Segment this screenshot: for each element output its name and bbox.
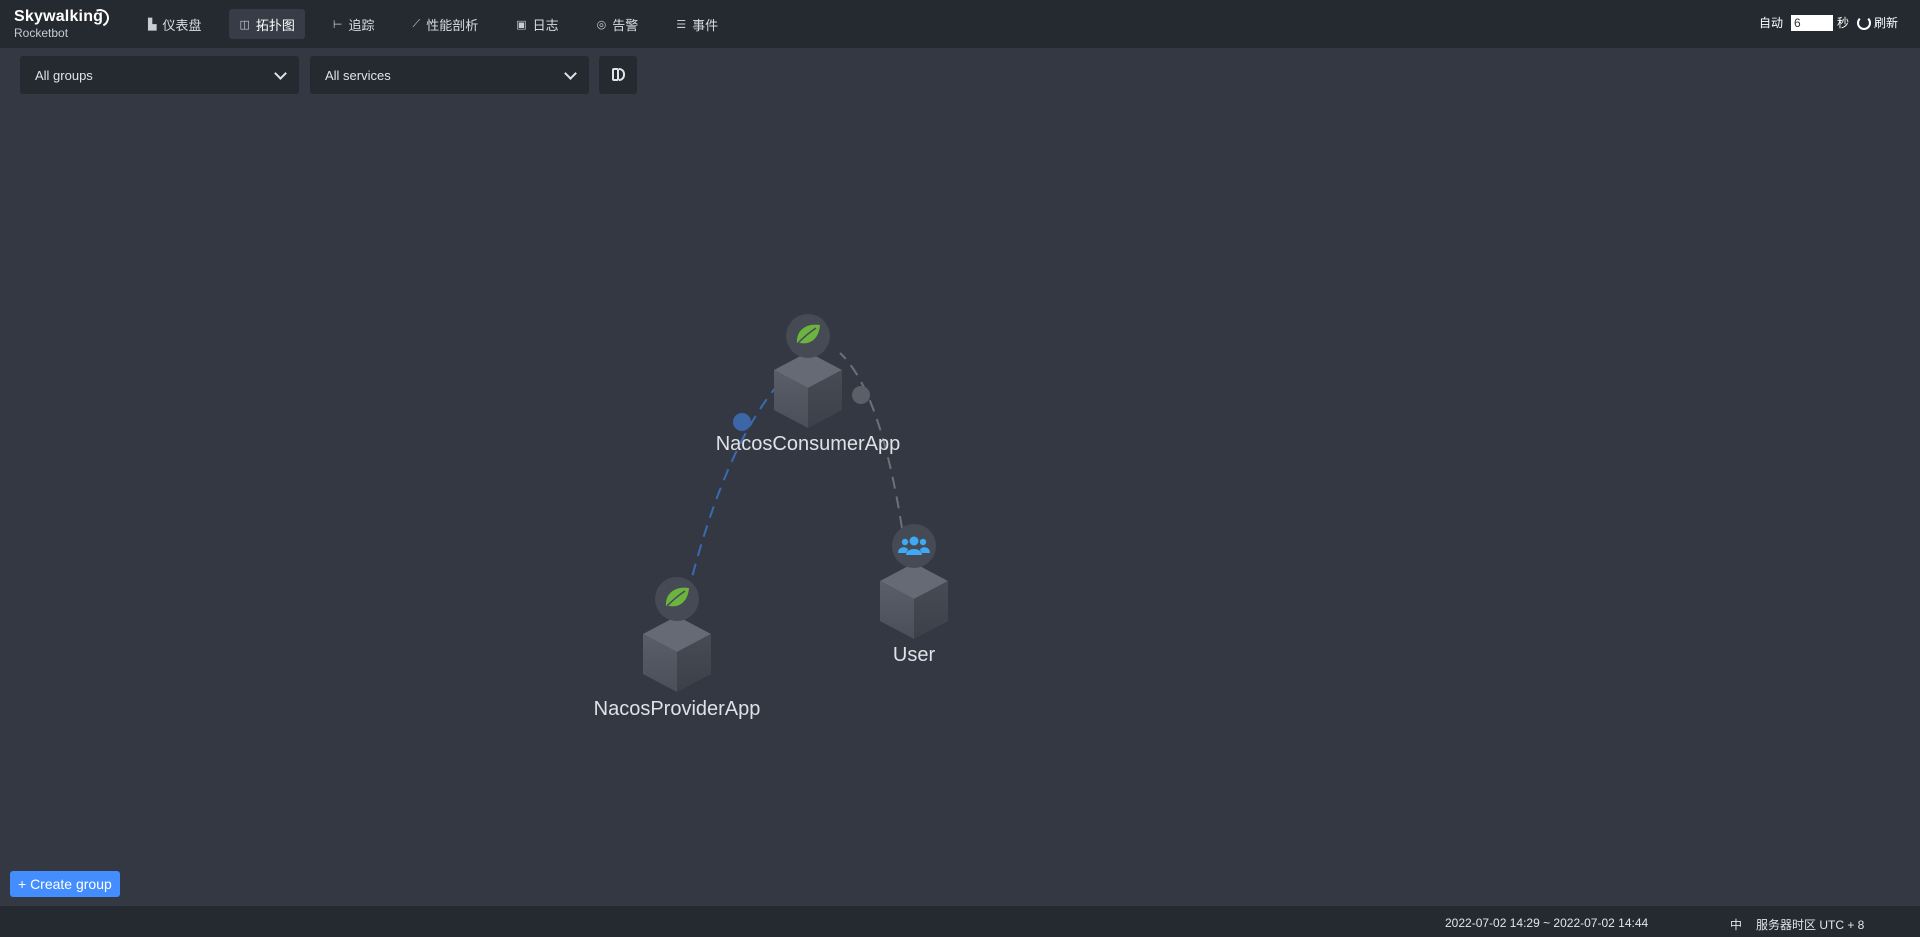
node-label-provider: NacosProviderApp <box>593 698 761 720</box>
node-label-user: User <box>892 644 936 666</box>
cube-icon <box>880 563 948 639</box>
language-switch[interactable]: 中 <box>1730 916 1742 933</box>
create-group-button[interactable]: + Create group <box>10 871 120 897</box>
topology-graph <box>643 314 948 692</box>
footer: 2022-07-02 14:29 ~ 2022-07-02 14:44 中 服务… <box>0 906 1920 937</box>
cube-icon <box>774 352 842 428</box>
timezone[interactable]: 服务器时区 UTC + 8 <box>1756 916 1864 933</box>
node-user[interactable] <box>880 524 948 639</box>
time-range[interactable]: 2022-07-02 14:29 ~ 2022-07-02 14:44 <box>1445 916 1648 930</box>
node-nacos-provider-app[interactable] <box>643 577 711 692</box>
node-label-consumer: NacosConsumerApp <box>715 433 901 455</box>
cube-icon <box>643 616 711 692</box>
node-nacos-consumer-app[interactable] <box>774 314 842 428</box>
edge-consumer-provider-handle[interactable] <box>733 413 751 431</box>
edge-user-consumer-handle[interactable] <box>852 386 870 404</box>
